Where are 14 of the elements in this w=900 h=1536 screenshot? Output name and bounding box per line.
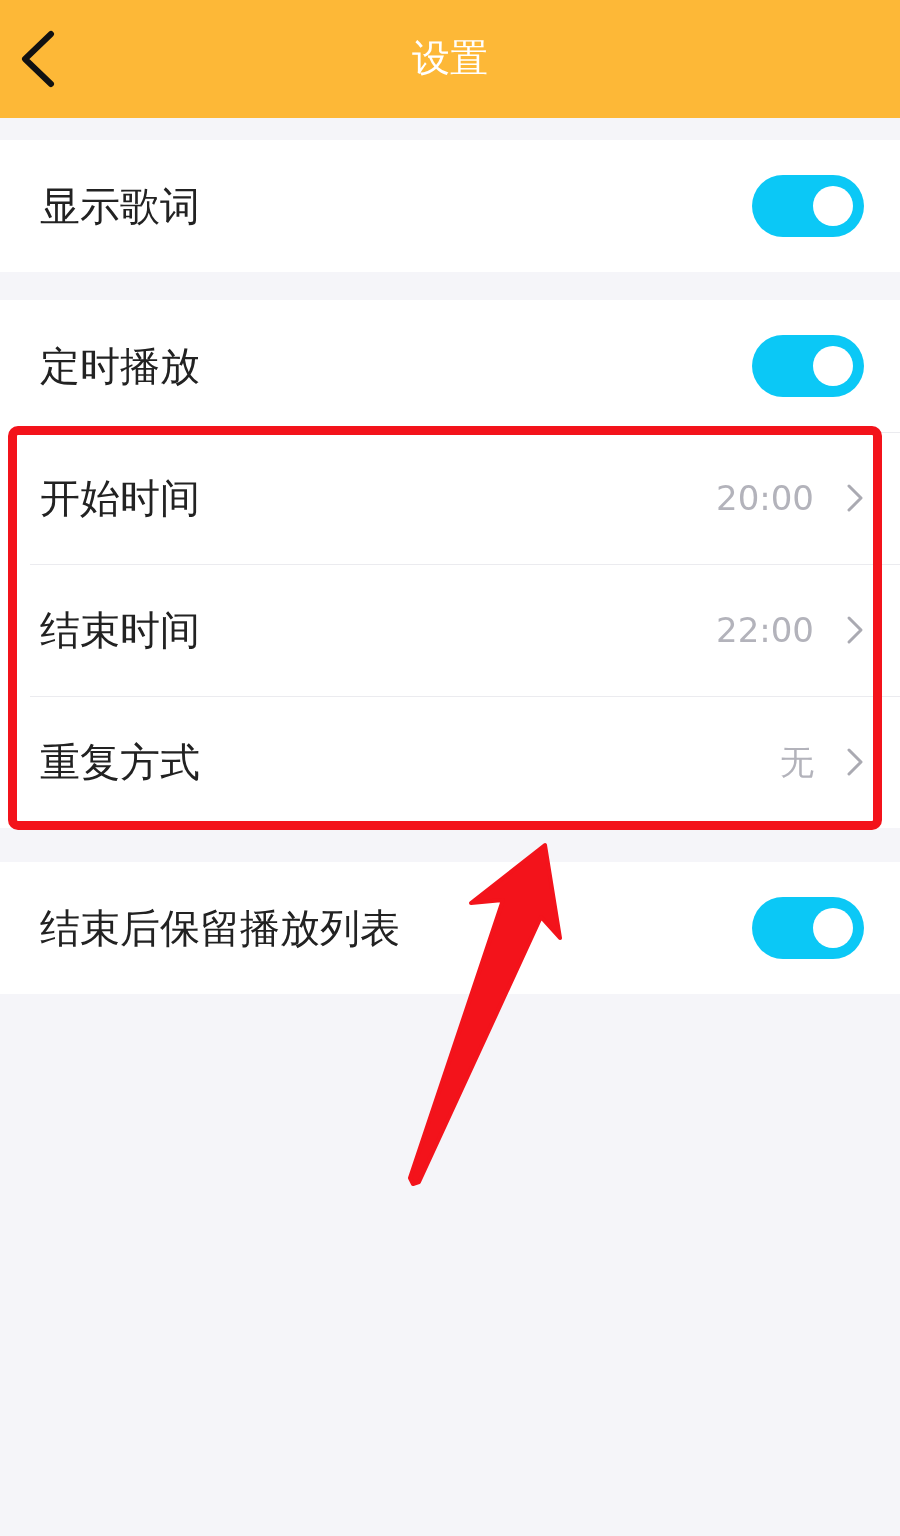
setting-value: 无 xyxy=(780,741,814,783)
setting-label: 重复方式 xyxy=(40,738,200,786)
chevron-right-icon[interactable] xyxy=(846,747,864,777)
chevron-right-icon[interactable] xyxy=(846,615,864,645)
setting-label: 结束时间 xyxy=(40,606,200,654)
setting-label: 定时播放 xyxy=(40,342,200,390)
setting-label: 结束后保留播放列表 xyxy=(40,904,400,952)
setting-value: 20:00 xyxy=(716,477,814,519)
page-title: 设置 xyxy=(412,36,488,82)
setting-value: 22:00 xyxy=(716,609,814,651)
chevron-right-icon[interactable] xyxy=(846,483,864,513)
setting-label: 开始时间 xyxy=(40,474,200,522)
setting-label: 显示歌词 xyxy=(40,182,200,230)
back-icon xyxy=(20,30,56,88)
